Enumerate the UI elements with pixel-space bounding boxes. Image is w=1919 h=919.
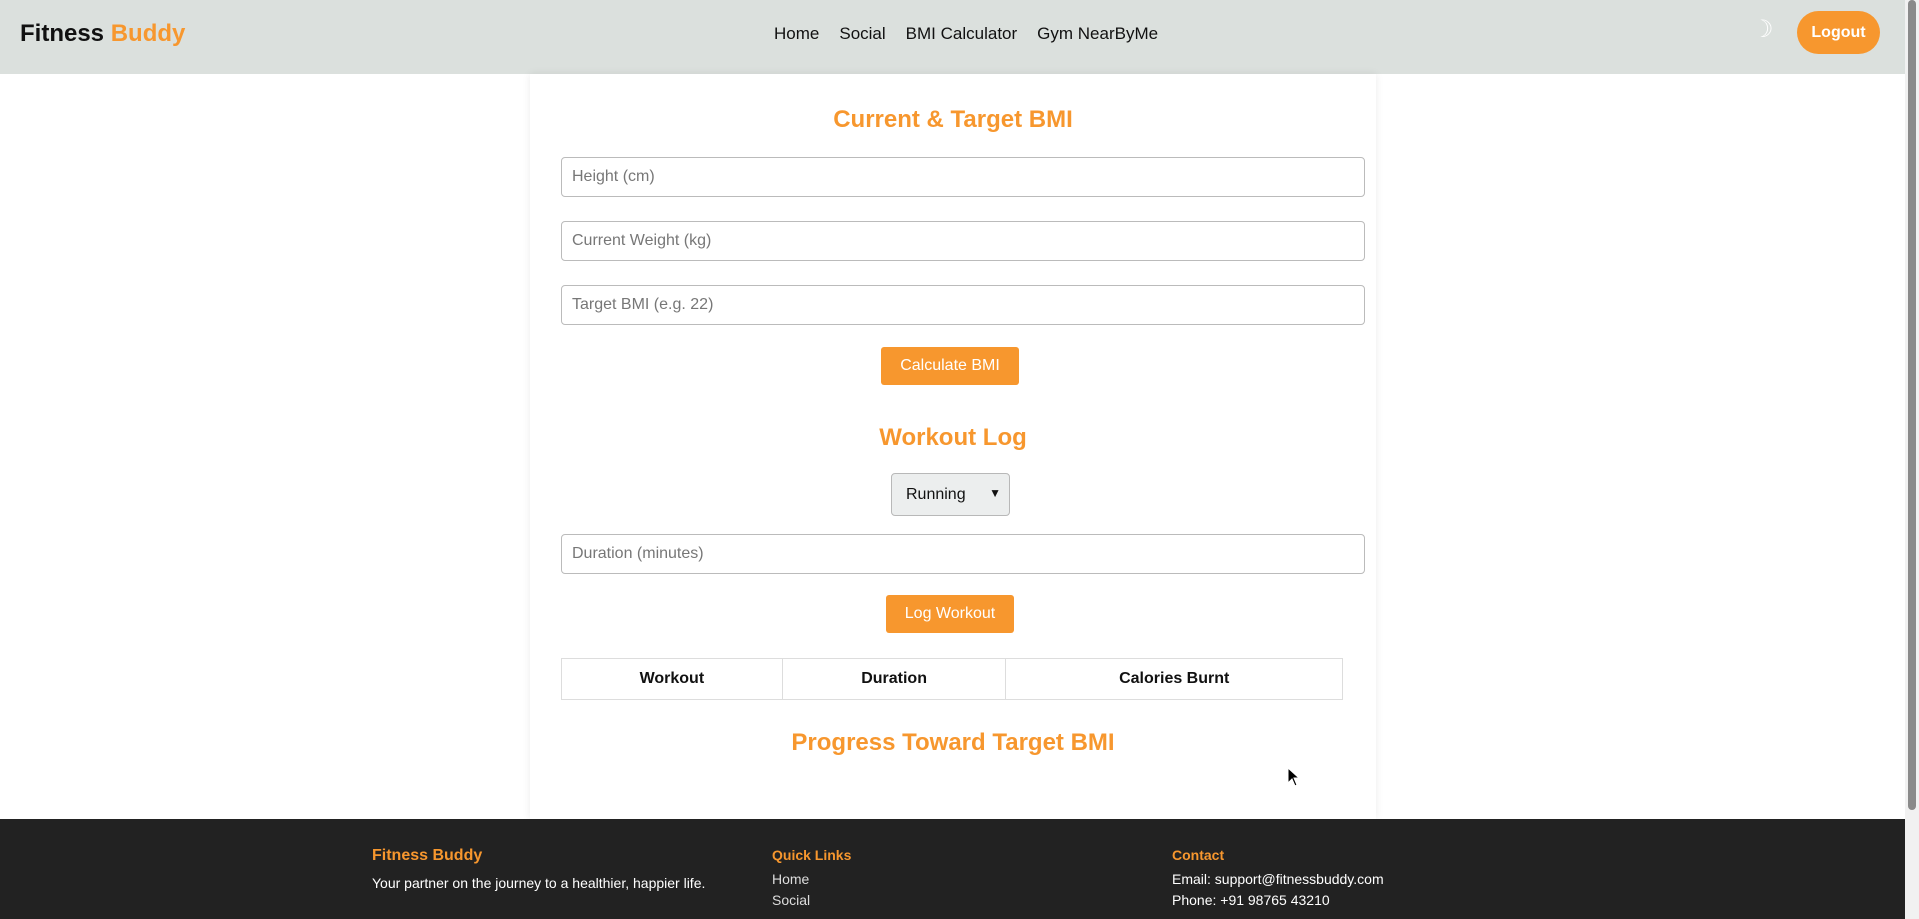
logout-button[interactable]: Logout [1797, 11, 1880, 54]
chevron-down-icon: ▼ [989, 486, 1001, 500]
moon-icon[interactable]: ☽ [1752, 18, 1774, 42]
scrollbar-thumb[interactable] [1908, 0, 1916, 810]
target-bmi-placeholder: Target BMI (e.g. 22) [572, 296, 714, 313]
page-footer: Fitness Buddy Your partner on the journe… [0, 819, 1905, 919]
footer-contact-column: Contact Email: support@fitnessbuddy.com … [1172, 847, 1384, 911]
page-scrollbar[interactable] [1905, 0, 1919, 919]
current-weight-input[interactable]: Current Weight (kg) [561, 221, 1365, 261]
column-header-duration: Duration [781, 658, 1007, 700]
footer-link-social[interactable]: Social [772, 890, 851, 911]
main-nav: Home Social BMI Calculator Gym NearByMe [774, 24, 1158, 44]
brand-accent-text: Buddy [110, 20, 186, 47]
footer-link-home[interactable]: Home [772, 869, 851, 890]
footer-phone: Phone: +91 98765 43210 [1172, 892, 1330, 908]
main-card: Current & Target BMI Height (cm) Current… [530, 74, 1376, 819]
footer-quick-links-column: Quick Links Home Social [772, 847, 851, 911]
workout-type-select[interactable]: Running ▼ [891, 473, 1010, 516]
workout-type-value: Running [906, 485, 966, 503]
log-workout-button[interactable]: Log Workout [886, 595, 1014, 633]
footer-quick-links-title: Quick Links [772, 847, 852, 863]
brand-logo[interactable]: Fitness Buddy [20, 20, 185, 48]
progress-section-title: Progress Toward Target BMI [791, 729, 1115, 756]
footer-brand: Fitness Buddy [372, 847, 483, 864]
workout-log-table: Workout Duration Calories Burnt [561, 658, 1343, 700]
target-bmi-input[interactable]: Target BMI (e.g. 22) [561, 285, 1365, 325]
nav-link-bmi-calculator[interactable]: BMI Calculator [906, 24, 1017, 44]
footer-contact-title: Contact [1172, 847, 1225, 863]
footer-brand-column: Fitness Buddy Your partner on the journe… [372, 847, 705, 891]
nav-link-home[interactable]: Home [774, 24, 819, 44]
footer-tagline: Your partner on the journey to a healthi… [372, 875, 706, 891]
duration-placeholder: Duration (minutes) [572, 545, 704, 562]
column-header-workout: Workout [561, 658, 783, 700]
top-navbar: Fitness Buddy Home Social BMI Calculator… [0, 0, 1905, 74]
mouse-cursor-icon [1287, 767, 1301, 787]
weight-placeholder: Current Weight (kg) [572, 232, 712, 249]
table-header-row: Workout Duration Calories Burnt [561, 658, 1343, 700]
brand-main-text: Fitness [20, 20, 105, 47]
height-input[interactable]: Height (cm) [561, 157, 1365, 197]
workout-section-title: Workout Log [879, 424, 1027, 451]
height-placeholder: Height (cm) [572, 168, 655, 185]
footer-email[interactable]: Email: support@fitnessbuddy.com [1172, 869, 1384, 890]
bmi-section-title: Current & Target BMI [833, 106, 1073, 133]
nav-link-social[interactable]: Social [839, 24, 885, 44]
nav-link-gym-nearbyme[interactable]: Gym NearByMe [1037, 24, 1158, 44]
duration-input[interactable]: Duration (minutes) [561, 534, 1365, 574]
calculate-bmi-button[interactable]: Calculate BMI [881, 347, 1019, 385]
column-header-calories-burnt: Calories Burnt [1005, 658, 1343, 700]
